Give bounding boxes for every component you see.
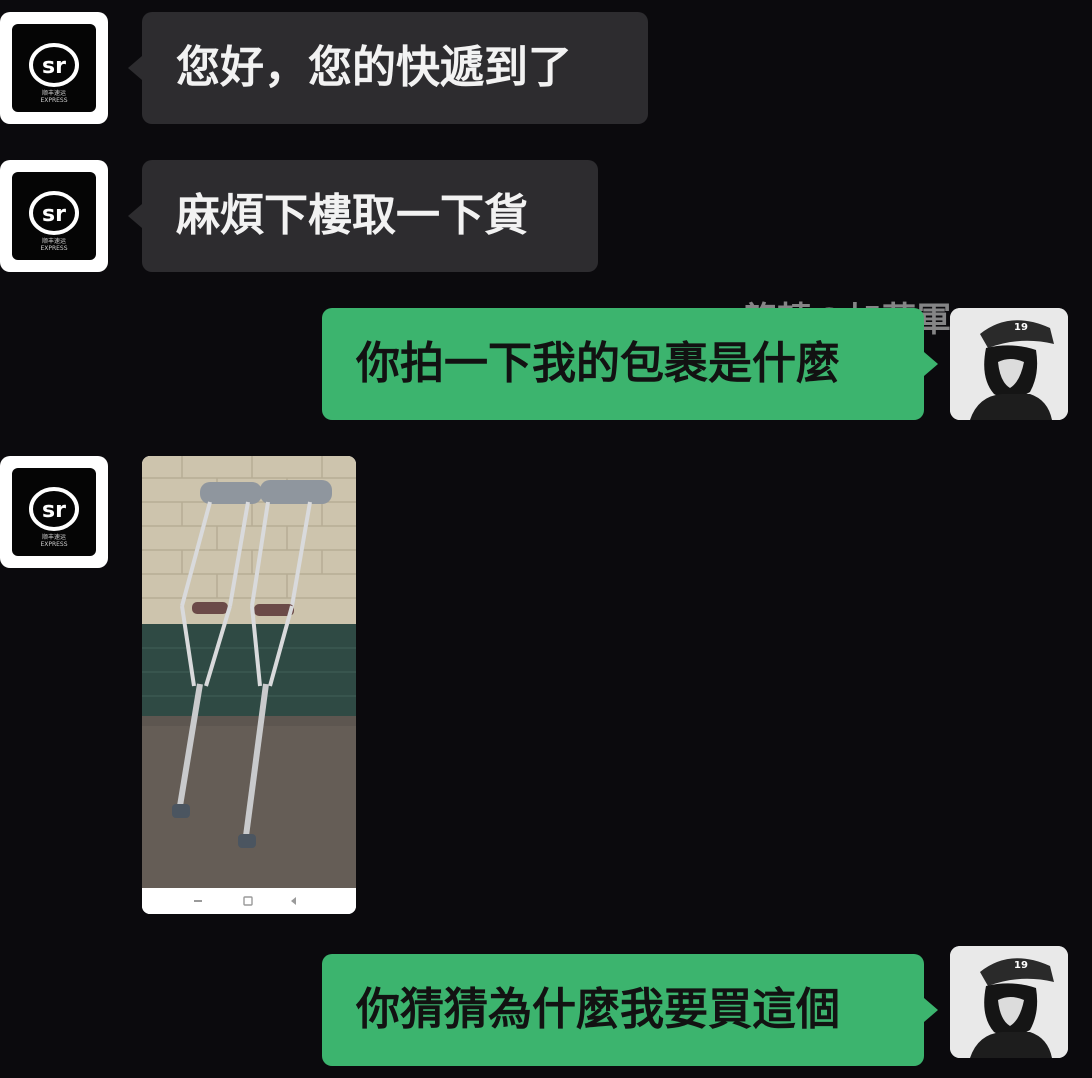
crutches-photo-message[interactable] — [142, 456, 356, 914]
message-text: 你拍一下我的包裹是什麼 — [356, 338, 840, 389]
anime-character-avatar-icon: 19 — [950, 946, 1068, 1058]
sf-express-avatar[interactable]: sr 顺丰速运 EXPRESS — [0, 12, 108, 124]
message-text: 麻煩下樓取一下貨 — [176, 190, 528, 241]
user-avatar[interactable]: 19 — [950, 308, 1068, 420]
outgoing-message-bubble[interactable]: 你猜猜為什麼我要買這個 — [322, 954, 938, 1066]
anime-character-avatar-icon: 19 — [950, 308, 1068, 420]
outgoing-message-bubble[interactable]: 你拍一下我的包裹是什麼 — [322, 308, 938, 420]
svg-text:sr: sr — [42, 54, 66, 79]
sf-logo-icon: sr 顺丰速运 EXPRESS — [12, 24, 96, 112]
incoming-message-bubble[interactable]: 麻煩下樓取一下貨 — [128, 160, 598, 272]
message-text: 您好，您的快遞到了 — [176, 42, 572, 93]
incoming-message-bubble[interactable]: 您好，您的快遞到了 — [128, 12, 648, 124]
svg-text:19: 19 — [1014, 960, 1028, 971]
sf-logo-icon: sr 顺丰速运 EXPRESS — [12, 172, 96, 260]
svg-text:sr: sr — [42, 202, 66, 227]
svg-text:19: 19 — [1014, 322, 1028, 333]
svg-text:sr: sr — [42, 498, 66, 523]
sf-express-avatar[interactable]: sr 顺丰速运 EXPRESS — [0, 160, 108, 272]
sf-express-avatar[interactable]: sr 顺丰速运 EXPRESS — [0, 456, 108, 568]
user-avatar[interactable]: 19 — [950, 946, 1068, 1058]
crutches-photo-icon — [142, 456, 356, 914]
chat-window: sr 顺丰速运 EXPRESS 您好，您的快遞到了 sr 顺丰速运 EXPRESS … — [0, 0, 1092, 1078]
sf-logo-icon: sr 顺丰速运 EXPRESS — [12, 468, 96, 556]
message-text: 你猜猜為什麼我要買這個 — [356, 984, 840, 1035]
